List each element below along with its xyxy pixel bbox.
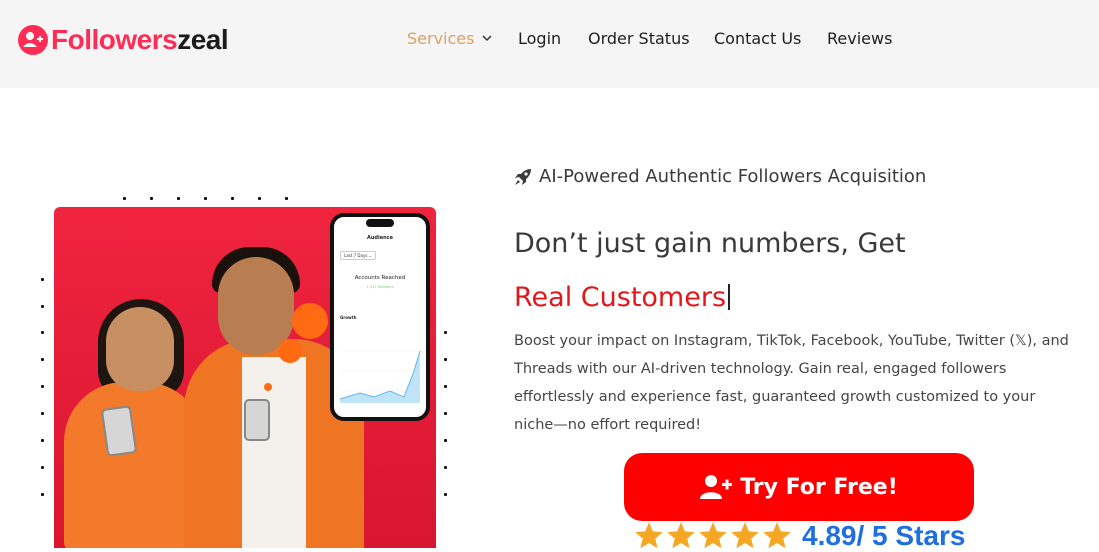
phone-mockup: Audience Last 7 Days ⌄ Accounts Reached …	[330, 213, 430, 421]
hero-description: Boost your impact on Instagram, TikTok, …	[514, 333, 1069, 433]
decor-circle	[278, 339, 302, 363]
phone-title: Audience	[366, 235, 394, 241]
site-header: Followerszeal Services Login Order Statu…	[0, 0, 1099, 88]
decor-circle	[264, 383, 272, 391]
star-icon	[667, 522, 695, 549]
rating-text: 4.89/ 5 Stars	[802, 520, 966, 551]
handheld-phone	[100, 405, 138, 457]
decor-circle	[292, 303, 328, 339]
person-face	[106, 307, 174, 391]
rating: 4.89/ 5 Stars	[634, 520, 965, 552]
chevron-down-icon	[482, 35, 492, 42]
star-icon	[731, 522, 759, 549]
nav-item-services[interactable]: Services	[407, 28, 492, 50]
hero-headline: Don’t just gain numbers, Get	[514, 228, 906, 259]
nav-item-order-status[interactable]: Order Status	[588, 28, 690, 50]
hero-headline-accent: Real Customers	[514, 282, 731, 313]
phone-notch	[366, 219, 394, 227]
nav-item-login[interactable]: Login	[518, 28, 561, 50]
handheld-phone	[244, 399, 270, 441]
star-icon	[699, 522, 727, 549]
star-icon	[763, 522, 791, 549]
main-nav: Services Login Order Status Contact Us R…	[0, 28, 1099, 52]
user-plus-icon	[700, 475, 733, 499]
rocket-icon	[515, 168, 531, 185]
phone-range: Last 7 Days ⌄	[340, 251, 377, 260]
tagline-text: AI-Powered Authentic Followers Acquisiti…	[539, 166, 927, 187]
person-left	[64, 382, 204, 548]
nav-item-contact-us[interactable]: Contact Us	[714, 28, 801, 50]
phone-growth-chart	[340, 350, 424, 403]
hero-image: Audience Last 7 Days ⌄ Accounts Reached …	[54, 207, 436, 548]
phone-subtext: 1,517 followers	[366, 285, 394, 289]
phone-metric: Accounts Reached	[354, 275, 406, 281]
star-icon	[635, 522, 663, 549]
try-for-free-button[interactable]: Try For Free!	[624, 453, 974, 521]
typing-cursor	[728, 284, 731, 310]
person-shirt	[242, 357, 306, 548]
phone-section: Growth	[340, 315, 357, 320]
nav-item-reviews[interactable]: Reviews	[827, 28, 892, 50]
hero-tagline: AI-Powered Authentic Followers Acquisiti…	[513, 166, 926, 187]
cta-label: Try For Free!	[740, 474, 898, 500]
